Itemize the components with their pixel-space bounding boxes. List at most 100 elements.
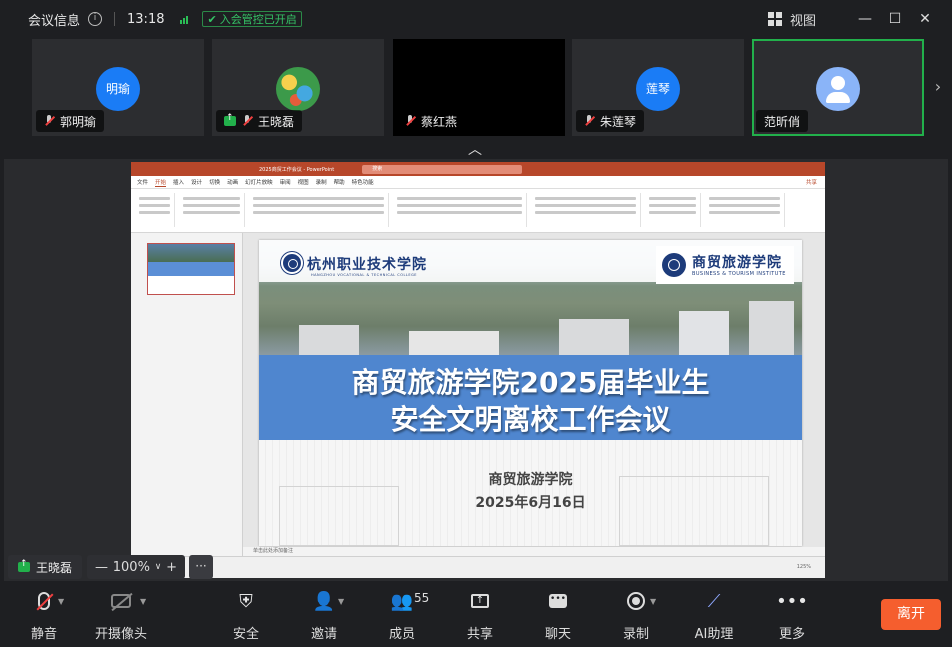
entry-control-badge[interactable]: ✔ 入会管控已开启 xyxy=(202,11,302,27)
camera-button[interactable]: ▼ 开摄像头 xyxy=(88,587,154,643)
default-avatar-icon xyxy=(816,67,860,111)
participant-tile[interactable]: 明瑜 郭明瑜 xyxy=(32,39,204,136)
chevron-down-icon[interactable]: ▼ xyxy=(140,597,146,606)
chat-button[interactable]: ••• 聊天 xyxy=(526,587,590,643)
avatar: 明瑜 xyxy=(96,67,140,111)
view-label: 视图 xyxy=(789,13,816,29)
zoom-level[interactable]: 100% xyxy=(113,560,150,575)
share-button[interactable]: ↑ 共享 xyxy=(448,587,512,643)
participant-tile-active[interactable]: 范昕俏 xyxy=(752,39,924,136)
school-name: 杭州职业技术学院 xyxy=(307,257,427,273)
chat-label: 聊天 xyxy=(544,627,571,642)
record-label: 录制 xyxy=(622,627,649,642)
school-name-en: HANGZHOU VOCATIONAL & TECHNICAL COLLEGE xyxy=(311,273,418,277)
meeting-time: 13:18 xyxy=(127,11,165,27)
zoom-control: — 100% ∨ + xyxy=(87,555,185,579)
title-bar-left: 会议信息 i 13:18 ✔ 入会管控已开启 xyxy=(0,10,302,29)
ppt-search-box: 搜索 xyxy=(362,164,523,174)
presenter-name: 王晓磊 xyxy=(36,560,73,575)
participant-name: 王晓磊 xyxy=(258,114,295,129)
chevron-down-icon[interactable]: ▼ xyxy=(58,597,64,606)
ppt-menu-item: 帮助 xyxy=(333,180,345,186)
participant-tile[interactable]: 莲琴 朱莲琴 xyxy=(572,39,744,136)
security-button[interactable]: ⛨ 安全 xyxy=(214,587,278,643)
ppt-menu-item: 录制 xyxy=(315,180,327,186)
add-user-icon: 👤 xyxy=(312,590,336,612)
more-options-icon[interactable]: ··· xyxy=(189,555,213,579)
ai-assistant-button[interactable]: ⟋ AI助理 xyxy=(682,587,746,643)
slide-organizer: 商贸旅游学院 xyxy=(488,472,573,488)
security-label: 安全 xyxy=(232,627,259,642)
shield-check-icon: ✔ xyxy=(207,12,217,26)
members-count: 55 xyxy=(414,591,430,605)
participant-tile[interactable]: 蔡红燕 xyxy=(393,39,565,136)
participant-name: 郭明瑜 xyxy=(60,114,97,129)
share-label: 共享 xyxy=(466,627,493,642)
meeting-info-label[interactable]: 会议信息 xyxy=(28,10,80,29)
record-icon xyxy=(627,592,645,610)
ppt-menu-item: 视图 xyxy=(297,180,309,186)
institute-seal-logo xyxy=(662,253,686,277)
ppt-status-bar: 125% xyxy=(131,556,825,578)
members-label: 成员 xyxy=(388,627,415,642)
view-button[interactable]: 视图 xyxy=(767,10,816,29)
invite-button[interactable]: 👤 ▼ 邀请 xyxy=(292,587,356,643)
screen-share-icon xyxy=(224,113,236,126)
participant-name-tag: 蔡红燕 xyxy=(397,110,466,132)
institute-name-en: BUSINESS & TOURISM INSTITUTE xyxy=(692,271,786,277)
record-button[interactable]: ▼ 录制 xyxy=(604,587,668,643)
chevron-down-icon[interactable]: ▼ xyxy=(650,597,656,606)
meeting-window: 会议信息 i 13:18 ✔ 入会管控已开启 视图 — ☐ ✕ 明瑜 郭明瑜 ↑… xyxy=(0,0,952,647)
participant-tile[interactable]: 王晓磊 xyxy=(212,39,384,136)
mic-off-icon xyxy=(36,592,54,611)
ribbon-group xyxy=(179,193,245,227)
slide-thumbnail xyxy=(147,243,235,295)
ribbon-group xyxy=(393,193,527,227)
college-seal-logo xyxy=(281,252,303,274)
institute-logo: 商贸旅游学院 BUSINESS & TOURISM INSTITUTE xyxy=(656,246,794,284)
meeting-toolbar: ▼ 静音 ▼ 开摄像头 ⛨ 安全 👤 ▼ 邀请 👥 55 成员 ↑ 共享 ••• xyxy=(0,583,952,647)
ai-assistant-label: AI助理 xyxy=(694,627,734,642)
ppt-menu-item: 插入 xyxy=(173,180,185,186)
leave-button[interactable]: 离开 xyxy=(881,599,941,630)
mic-muted-icon xyxy=(44,115,54,127)
chevron-up-icon[interactable]: ︿ xyxy=(468,139,482,159)
ppt-menu-item: 设计 xyxy=(191,180,203,186)
ppt-ribbon xyxy=(131,189,825,233)
ribbon-group xyxy=(531,193,641,227)
chevron-right-icon[interactable]: › xyxy=(928,63,948,111)
ppt-search-placeholder: 搜索 xyxy=(372,165,383,172)
participant-name-tag: 朱莲琴 xyxy=(576,110,645,132)
notes-hint: 单击此处添加备注 xyxy=(243,547,825,556)
camera-off-icon xyxy=(111,592,133,612)
ppt-zoom-level: 125% xyxy=(796,564,811,570)
ppt-menu-item: 幻灯片放映 xyxy=(245,180,273,186)
participant-name-tag: 范昕俏 xyxy=(756,110,809,132)
avatar xyxy=(276,67,320,111)
ppt-menu-item: 审阅 xyxy=(279,180,291,186)
zoom-in-icon[interactable]: + xyxy=(166,560,177,575)
members-button[interactable]: 👥 55 成员 xyxy=(370,587,434,643)
close-icon[interactable]: ✕ xyxy=(918,11,932,27)
maximize-icon[interactable]: ☐ xyxy=(888,11,902,27)
participant-name-tag: 郭明瑜 xyxy=(36,110,105,132)
grid-view-icon xyxy=(767,12,782,26)
slide-date: 2025年6月16日 xyxy=(475,495,586,511)
chevron-down-icon[interactable]: ∨ xyxy=(155,562,162,572)
title-bar-right: 视图 — ☐ ✕ xyxy=(767,0,932,38)
chat-icon: ••• xyxy=(549,594,567,608)
signal-strength-icon[interactable] xyxy=(180,14,189,24)
more-button[interactable]: ••• 更多 xyxy=(760,587,824,643)
title-bar: 会议信息 i 13:18 ✔ 入会管控已开启 视图 — ☐ ✕ xyxy=(0,0,952,38)
ppt-menu-item: 切换 xyxy=(209,180,221,186)
info-icon[interactable]: i xyxy=(88,12,103,26)
zoom-out-icon[interactable]: — xyxy=(95,560,108,575)
ppt-menu-item: 文件 xyxy=(137,180,149,186)
chevron-down-icon[interactable]: ▼ xyxy=(338,597,344,606)
mute-label: 静音 xyxy=(30,627,57,642)
mute-button[interactable]: ▼ 静音 xyxy=(12,587,76,643)
entry-control-label: 入会管控已开启 xyxy=(219,13,297,26)
slide-title-line2: 安全文明离校工作会议 xyxy=(390,403,671,436)
minimize-icon[interactable]: — xyxy=(858,11,872,27)
participant-name: 朱莲琴 xyxy=(600,114,637,129)
